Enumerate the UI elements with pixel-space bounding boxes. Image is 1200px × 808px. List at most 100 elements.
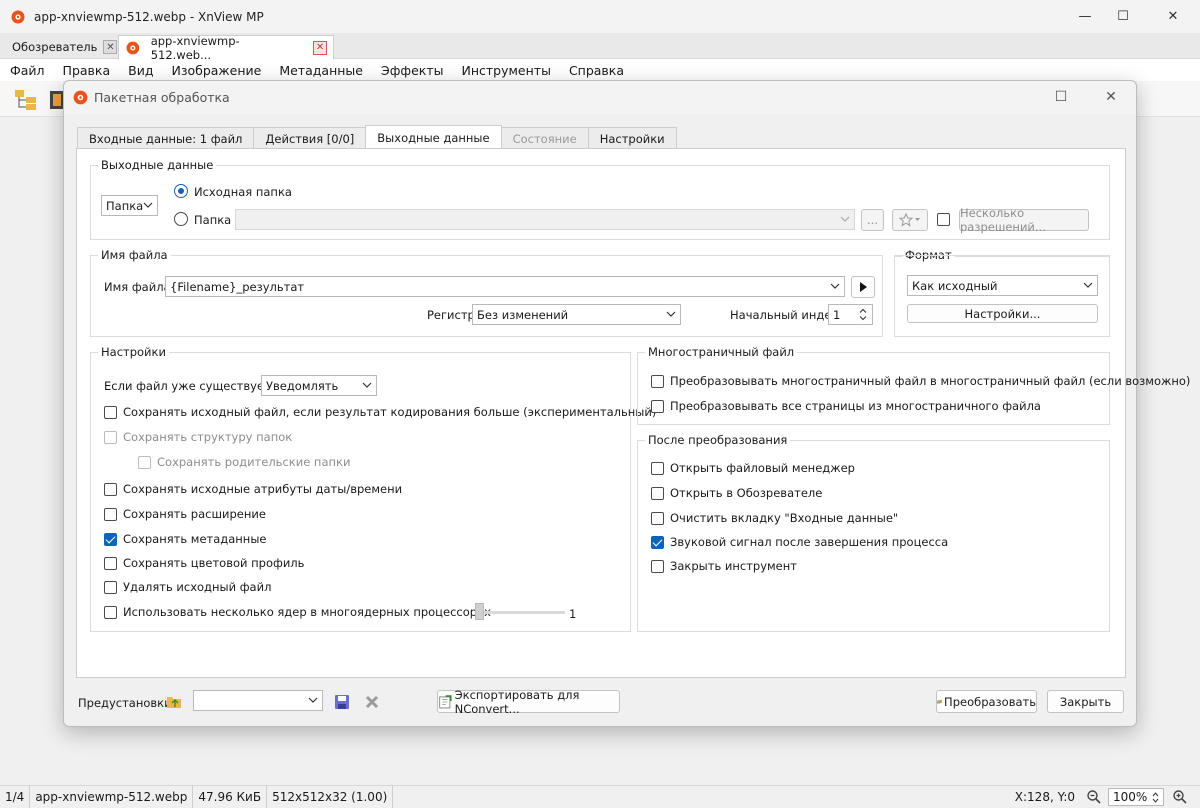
multipage-group: Многостраничный файл Преобразовывать мно… [637,345,1190,425]
multipage-to-multipage-checkbox[interactable] [651,375,664,388]
open-file-manager-label: Открыть файловый менеджер [670,461,855,475]
filename-pattern-combo[interactable]: {Filename}_результат [165,276,845,297]
folder-radio[interactable] [174,212,188,226]
case-combo[interactable]: Без изменений [472,304,681,325]
menu-edit[interactable]: Правка [63,63,111,78]
beep-on-finish-checkbox[interactable] [651,536,664,549]
browse-button[interactable]: ... [861,209,884,231]
tab-input[interactable]: Входные данные: 1 файл [77,127,255,149]
tab-status[interactable]: Состояние [500,127,589,149]
destination-combo[interactable]: Папка [101,195,158,216]
close-button[interactable]: ✕ [1150,0,1196,33]
open-folder-icon[interactable] [166,694,182,710]
multi-core-label: Использовать несколько ядер в многоядерн… [123,605,491,619]
save-icon[interactable] [334,694,350,710]
beep-on-finish-label: Звуковой сигнал после завершения процесс… [670,535,949,549]
dialog-title-bar: Пакетная обработка ☐ ✕ [64,81,1136,115]
after-conversion-group: После преобразования Открыть файловый ме… [637,433,1110,632]
menu-metadata[interactable]: Метаданные [279,63,363,78]
xnview-logo-icon [73,90,88,105]
menu-help[interactable]: Справка [569,63,624,78]
folder-path-combo[interactable] [235,209,855,230]
status-coordinates: X:128, Y:0 [1014,790,1075,804]
tab-image[interactable]: app-xnviewmp-512.web... ✕ [118,34,334,62]
start-index-spinbox[interactable]: 1 [828,304,873,325]
filename-group-legend: Имя файла [98,248,171,262]
keep-color-profile-checkbox[interactable] [104,557,117,570]
tab-settings[interactable]: Настройки [587,127,677,149]
cores-slider-track[interactable] [475,611,565,614]
menu-view[interactable]: Вид [128,63,153,78]
case-label: Регистр [427,308,475,322]
chevron-down-icon [666,311,676,317]
delete-icon[interactable] [364,694,380,710]
keep-date-attributes-label: Сохранять исходные атрибуты даты/времени [123,482,403,496]
multi-core-checkbox[interactable] [104,606,117,619]
film-icon[interactable] [50,91,64,109]
tab-browser[interactable]: Обозреватель ✕ [6,35,123,59]
settings-group: Настройки Если файл уже существует, то У… [90,345,656,632]
folder-tree-icon[interactable] [14,89,38,111]
keep-folder-structure-checkbox[interactable] [104,431,117,444]
keep-metadata-checkbox[interactable] [104,533,117,546]
open-file-manager-checkbox[interactable] [651,462,664,475]
cores-slider-handle[interactable] [475,603,484,620]
tab-browser-close-icon[interactable]: ✕ [103,40,118,54]
close-dialog-button[interactable]: Закрыть [1047,690,1124,713]
status-filename: app-xnviewmp-512.webp [30,786,194,808]
convert-button[interactable]: Преобразовать [936,690,1037,713]
keep-folder-structure-label: Сохранять структуру папок [123,430,293,444]
dialog-close-button[interactable]: ✕ [1089,81,1133,113]
file-exists-combo[interactable]: Уведомлять [261,375,377,396]
format-group-body: Как исходный Настройки... [894,255,1110,337]
format-combo[interactable]: Как исходный [907,275,1098,296]
multipage-to-multipage-label: Преобразовывать многостраничный файл в м… [670,374,1191,388]
delete-original-label: Удалять исходный файл [123,580,272,594]
menu-effects[interactable]: Эффекты [381,63,444,78]
keep-metadata-label: Сохранять метаданные [123,532,267,546]
convert-all-pages-checkbox[interactable] [651,400,664,413]
tab-image-close-icon[interactable]: ✕ [313,40,327,55]
keep-parent-folders-checkbox[interactable] [138,456,151,469]
keep-original-if-larger-checkbox[interactable] [104,406,117,419]
format-settings-button[interactable]: Настройки... [907,304,1098,323]
output-group: Выходные данные Папка Исходная папка Пап… [90,158,1110,240]
export-nconvert-button[interactable]: Экспортировать для NConvert... [437,688,620,716]
source-folder-radio[interactable] [174,184,188,198]
multi-resolution-checkbox[interactable] [937,213,950,226]
menu-tools[interactable]: Инструменты [461,63,550,78]
close-tool-checkbox[interactable] [651,560,664,573]
after-conversion-group-legend: После преобразования [645,433,791,447]
xnview-logo-icon [126,41,140,54]
chevron-down-icon [308,697,318,703]
zoom-in-icon[interactable] [1172,789,1188,805]
delete-original-checkbox[interactable] [104,581,117,594]
document-tabs: Обозреватель ✕ app-xnviewmp-512.web... ✕ [0,33,1200,62]
xnview-logo-icon [11,10,25,23]
zoom-combo[interactable]: 100% [1108,788,1164,806]
tab-actions[interactable]: Действия [0/0] [253,127,367,149]
folder-label: Папка [194,213,232,227]
menu-file[interactable]: Файл [10,63,45,78]
status-filesize: 47.96 КиБ [193,786,268,808]
insert-variable-button[interactable] [851,276,875,298]
keep-date-attributes-checkbox[interactable] [104,483,117,496]
keep-extension-checkbox[interactable] [104,508,117,521]
source-folder-label: Исходная папка [194,185,292,199]
title-bar: app-xnviewmp-512.webp - XnView MP — ☐ ✕ [0,0,1200,33]
presets-combo[interactable] [193,690,323,711]
maximize-button[interactable]: ☐ [1100,0,1146,33]
zoom-out-icon[interactable] [1086,789,1102,805]
dialog-tabs: Входные данные: 1 файл Действия [0/0] Вы… [77,125,677,149]
menu-image[interactable]: Изображение [171,63,261,78]
close-tool-label: Закрыть инструмент [670,559,797,573]
clear-input-tab-checkbox[interactable] [651,512,664,525]
multi-resolution-button[interactable]: Несколько разрешений... [959,206,1089,234]
tab-output[interactable]: Выходные данные [365,125,502,149]
window-title: app-xnviewmp-512.webp - XnView MP [34,9,264,24]
dialog-maximize-button[interactable]: ☐ [1039,81,1083,113]
open-in-browser-checkbox[interactable] [651,487,664,500]
favorites-button[interactable] [892,209,928,231]
play-arrow-icon [860,282,867,292]
batch-processing-dialog: Пакетная обработка ☐ ✕ Входные данные: 1… [63,80,1190,727]
